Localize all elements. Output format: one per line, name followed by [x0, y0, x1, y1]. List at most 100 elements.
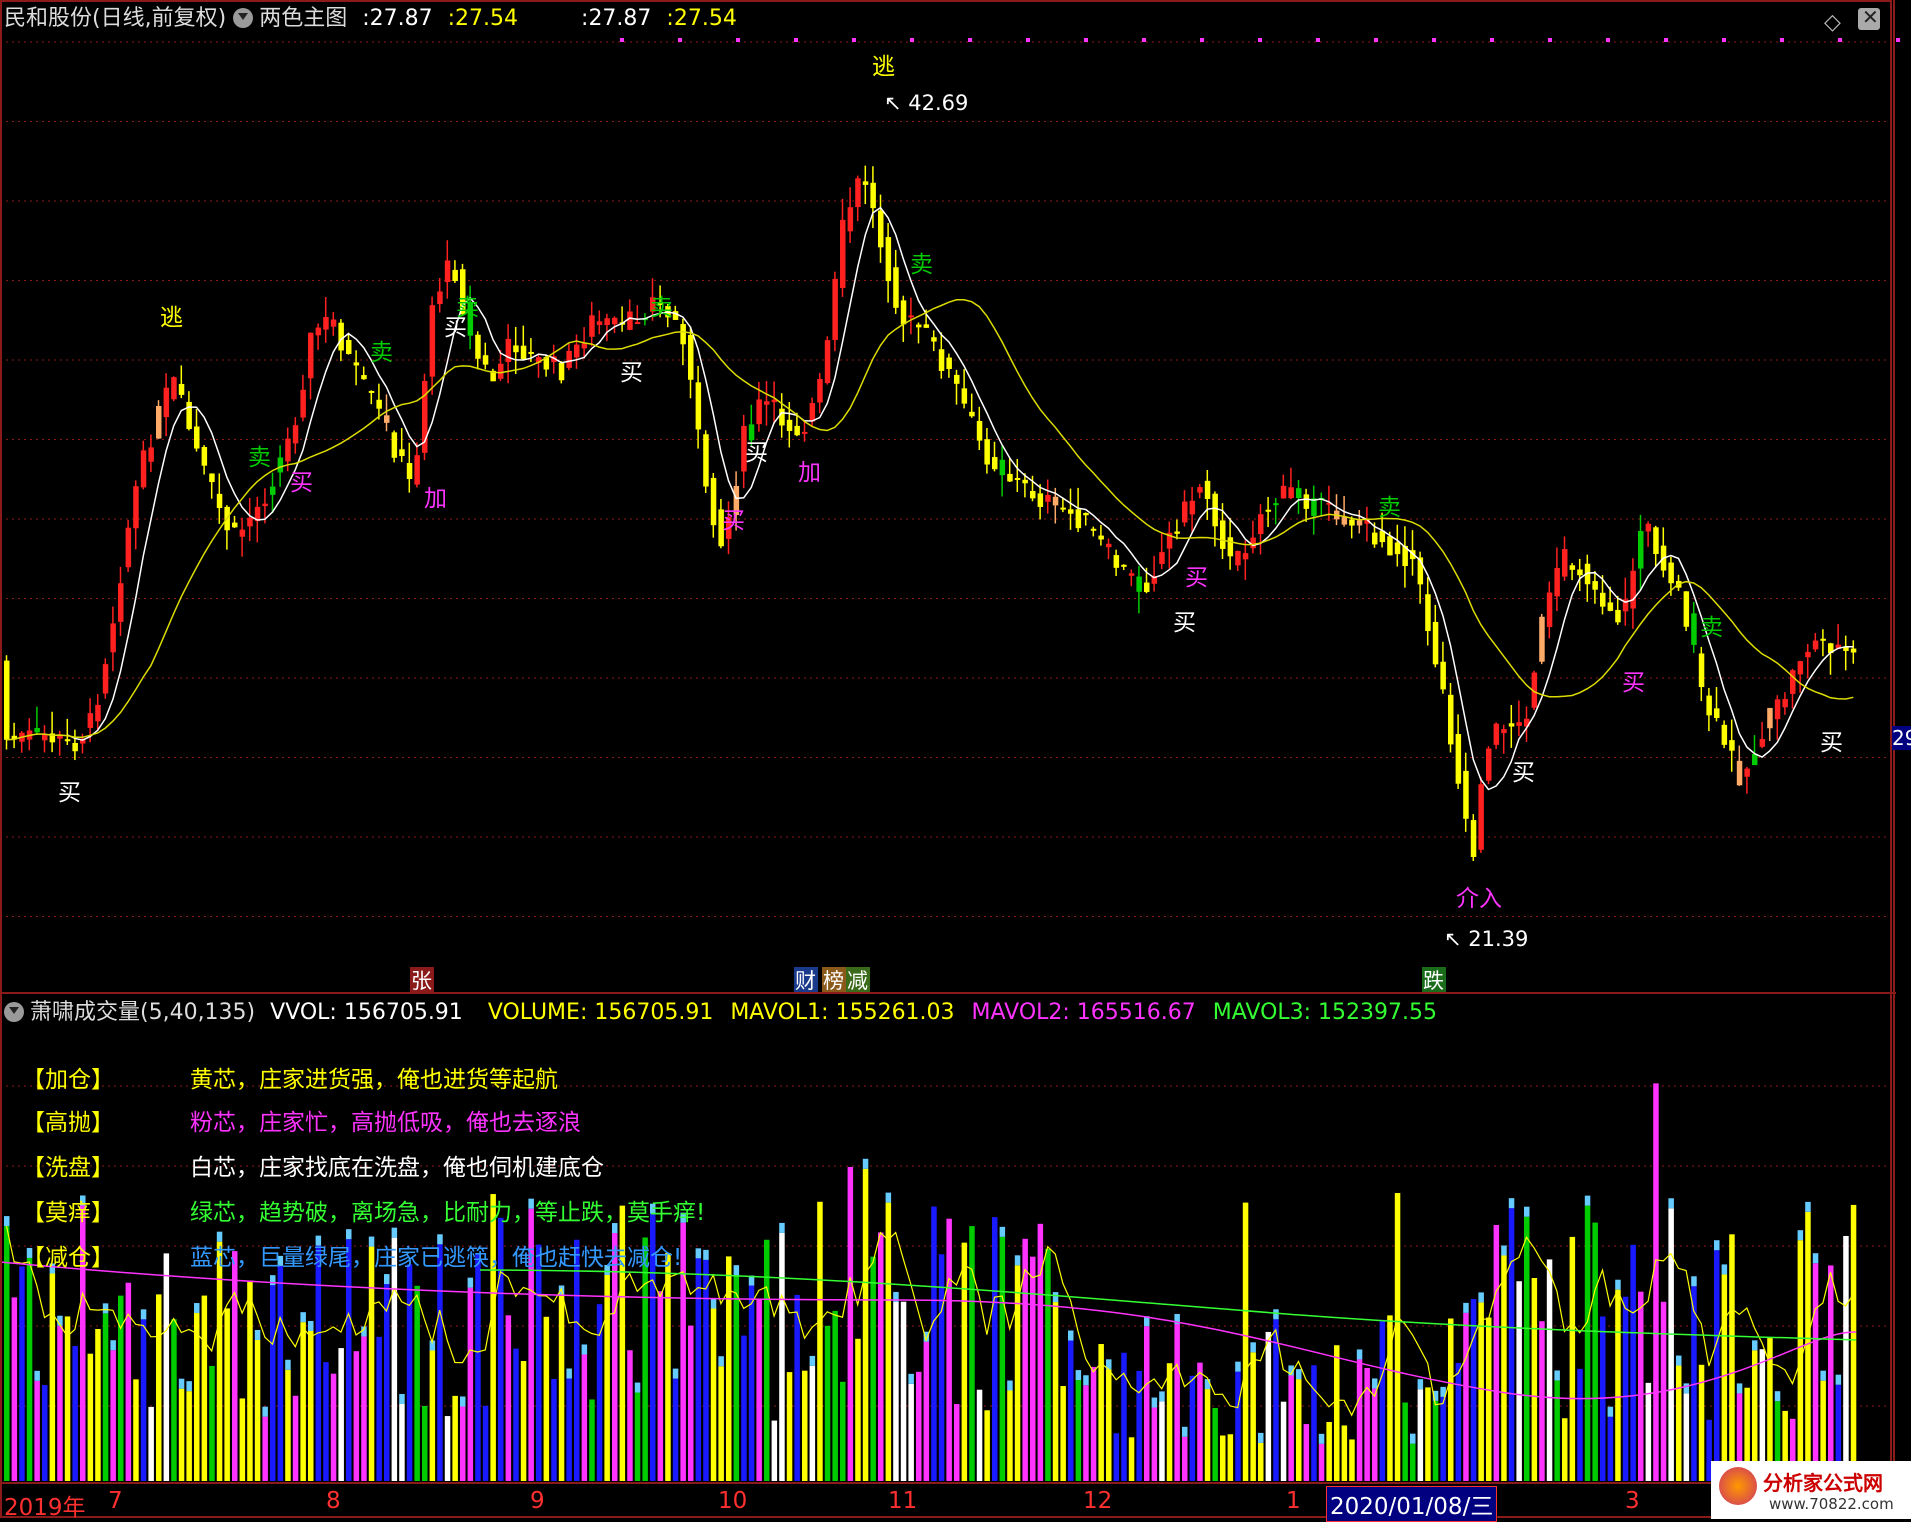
candle-body [566, 350, 572, 368]
volume-bar [368, 1246, 375, 1481]
volume-bar [1060, 1386, 1066, 1481]
volume-bar [1182, 1436, 1188, 1481]
volume-tail [300, 1312, 306, 1323]
candle-body [1258, 514, 1264, 535]
volume-tail [1554, 1370, 1560, 1381]
period-label: (日线,前复权) [92, 6, 227, 31]
candle-body [384, 415, 390, 423]
candle-body [1638, 531, 1644, 569]
candle-body [954, 374, 960, 384]
candle-body [703, 434, 709, 487]
volume-bar [862, 1168, 869, 1481]
volume-bar [1265, 1331, 1272, 1481]
candle-body [346, 340, 352, 355]
candle-body [1227, 537, 1234, 557]
volume-bar [346, 1239, 352, 1481]
candle-body [1592, 581, 1598, 590]
candle-body [1714, 708, 1720, 718]
indicator-name[interactable]: 两色主图 [259, 6, 347, 31]
candle-body [1736, 760, 1743, 786]
volume-bar [961, 1242, 968, 1481]
volume-dropdown-icon[interactable] [4, 1002, 24, 1022]
volume-bar [1812, 1263, 1819, 1481]
volume-tail [1296, 1369, 1302, 1380]
candle-body [1090, 528, 1097, 531]
tag-rise: 张 [411, 969, 432, 993]
volume-tail [809, 1355, 816, 1366]
flower-icon [1719, 1467, 1757, 1505]
volume-bar [300, 1322, 306, 1481]
candle-body [216, 493, 223, 509]
marker-dot [1606, 38, 1610, 42]
volume-bar [1220, 1435, 1226, 1481]
candle-body [87, 713, 94, 728]
candle-body [969, 411, 975, 417]
volume-tail [710, 1298, 717, 1309]
candle-body [1767, 707, 1773, 729]
volume-bar [1417, 1389, 1424, 1481]
legend-row: 【加仓】 黄芯，庄家进货强，俺也进货等起航 [22, 1060, 558, 1094]
legend-tag: 【高抛】 [22, 1110, 114, 1136]
diamond-icon[interactable]: ◇ [1824, 10, 1841, 35]
candle-body [946, 357, 952, 370]
volume-bar [4, 1226, 10, 1481]
volume-bar [1394, 1193, 1401, 1481]
mavol2-value: MAVOL2: 165516.67 [971, 1000, 1196, 1025]
candle-body [1121, 564, 1127, 567]
candle-body [1273, 503, 1279, 506]
volume-bar [1592, 1222, 1598, 1481]
candle-body [870, 182, 876, 209]
volume-bar [733, 1275, 740, 1481]
volume-bar [505, 1315, 512, 1481]
volume-bar [125, 1282, 132, 1481]
candle-body [938, 349, 945, 371]
candle-body [893, 267, 899, 308]
chart-canvas[interactable]: 逃逃↖ 42.69↖ 21.39介入买买买买买买买卖卖卖 卖卖卖卖买买买买加加张财… [0, 0, 1911, 1519]
signal-buy-pink: 买 [1185, 565, 1208, 591]
signal-buy: 买 [1820, 730, 1843, 756]
signal-enter: 介入 [1456, 886, 1502, 912]
candle-body [1562, 549, 1568, 577]
volume-bar [551, 1379, 557, 1481]
volume-tail [1478, 1292, 1484, 1303]
candle-body [1782, 698, 1788, 708]
candle-body [285, 438, 291, 462]
volume-bar [1516, 1281, 1522, 1481]
volume-bar [809, 1365, 816, 1481]
volume-value: VOLUME: 156705.91 [487, 1000, 714, 1025]
volume-bar [26, 1257, 33, 1481]
volume-tail [733, 1265, 740, 1276]
signal-buy-pink: 买 [1622, 670, 1645, 696]
volume-tail [186, 1381, 192, 1392]
volume-tail [34, 1370, 40, 1381]
volume-bar [1197, 1362, 1203, 1481]
candle-body [984, 439, 990, 465]
marker-dot [1664, 38, 1668, 42]
close-icon[interactable]: ✕ [1858, 5, 1880, 30]
candle-body [1372, 532, 1378, 545]
candle-body [163, 387, 170, 418]
volume-bar [1052, 1302, 1059, 1481]
volume-bar [718, 1366, 724, 1481]
volume-bar [186, 1391, 192, 1481]
volume-bar [330, 1373, 337, 1481]
volume-bar [954, 1404, 960, 1481]
volume-bar [1584, 1205, 1591, 1481]
candle-body [802, 431, 808, 434]
candle-body [1501, 729, 1507, 734]
month-label: 12 [1083, 1488, 1113, 1514]
volume-bar [1212, 1407, 1218, 1481]
volume-header: 萧啸成交量(5,40,135) VVOL: 156705.91 VOLUME: … [4, 1000, 1437, 1026]
indicator-dropdown-icon[interactable] [233, 8, 254, 28]
volume-tail [384, 1274, 390, 1285]
volume-tail [270, 1275, 276, 1286]
volume-bar [1615, 1289, 1621, 1481]
volume-bar [95, 1328, 101, 1481]
candle-body [133, 486, 139, 529]
candle-body [1060, 507, 1066, 510]
volume-bar [133, 1379, 139, 1481]
candle-body [558, 362, 565, 381]
signal-buy: 买 [745, 440, 768, 466]
volume-indicator-name[interactable]: 萧啸成交量(5,40,135) [30, 1000, 255, 1025]
candle-body [292, 425, 299, 444]
